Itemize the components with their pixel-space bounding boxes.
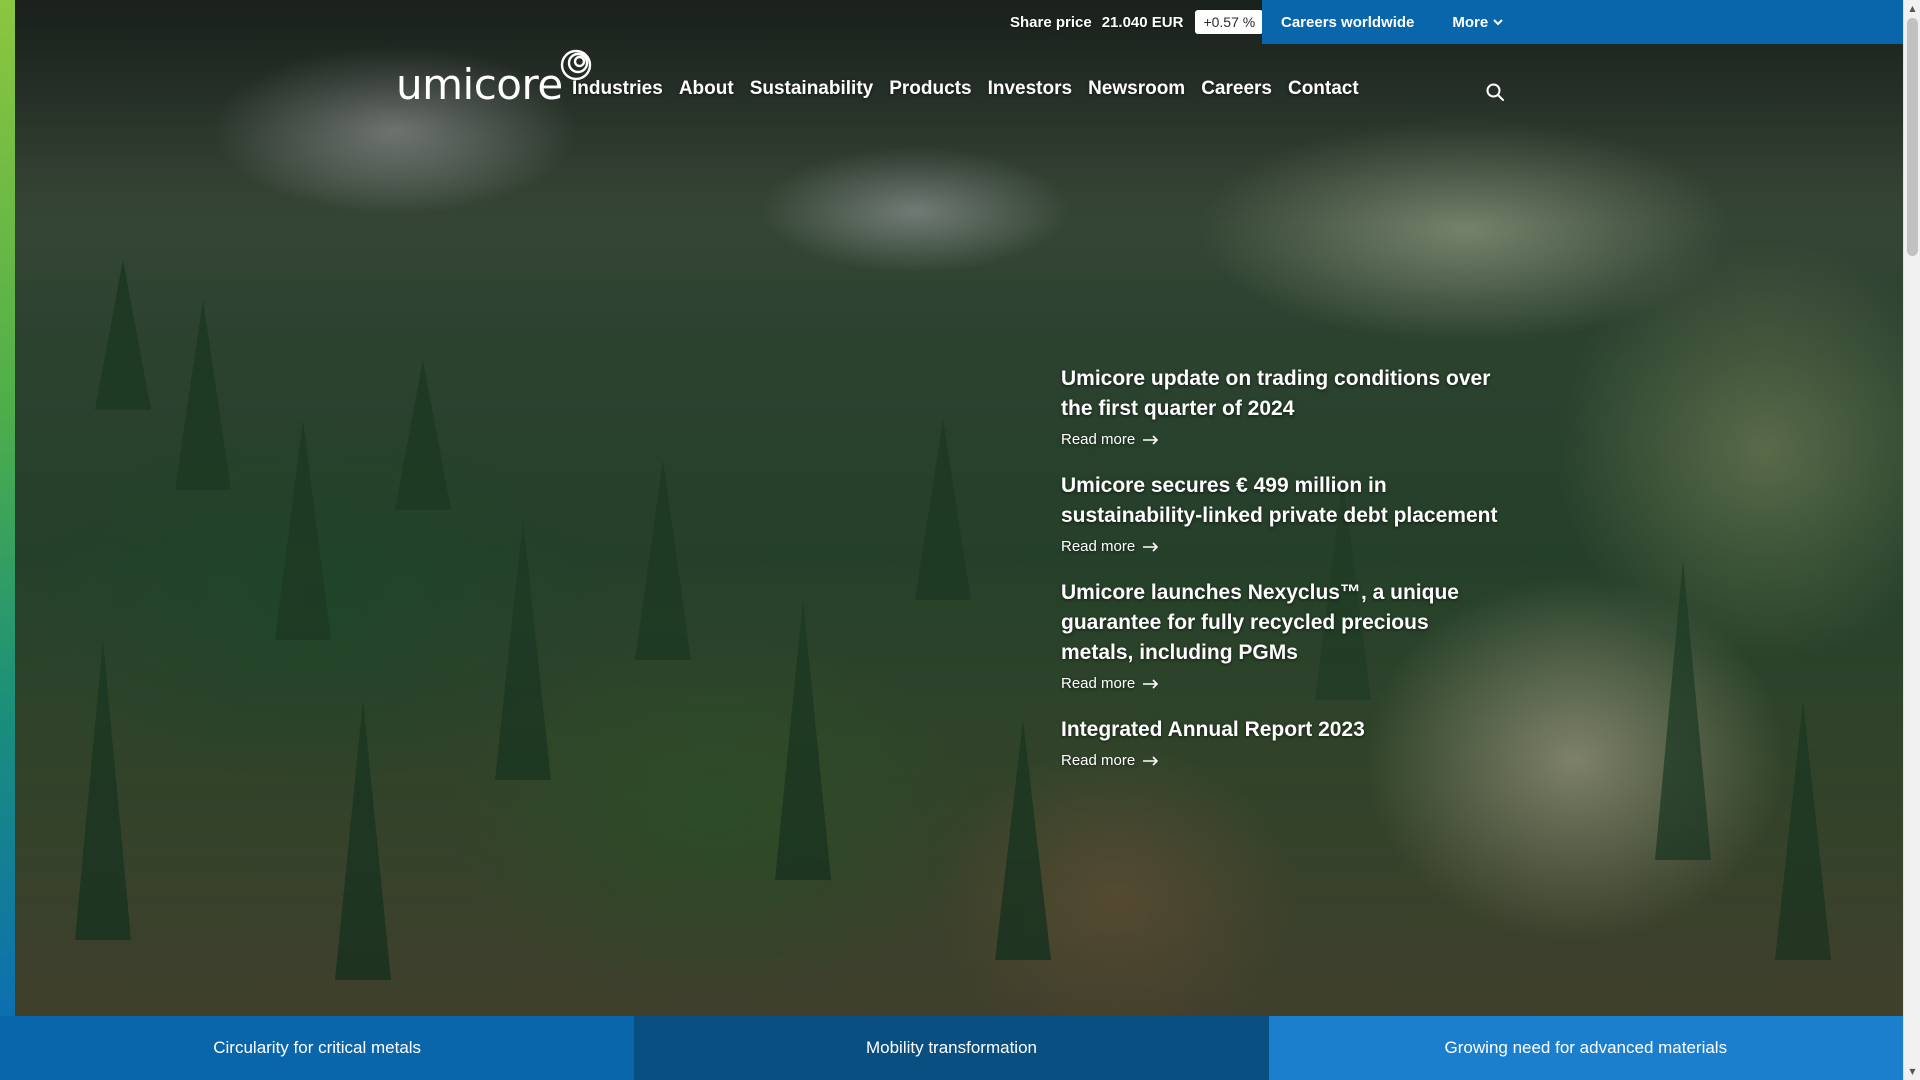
more-label: More [1452, 13, 1489, 31]
more-dropdown[interactable]: More [1452, 14, 1503, 31]
nav-item-about[interactable]: About [679, 78, 734, 100]
news-list: Umicore update on trading conditions ove… [1061, 364, 1501, 792]
news-item: Integrated Annual Report 2023 Read more [1061, 715, 1501, 770]
nav-item-contact[interactable]: Contact [1288, 78, 1359, 100]
scroll-up-icon[interactable]: ▲ [1904, 0, 1920, 17]
share-price: Share price 21.040 EUR +0.57 % [1010, 0, 1264, 44]
news-item: Umicore update on trading conditions ove… [1061, 364, 1501, 449]
tab-circularity[interactable]: Circularity for critical metals [0, 1016, 635, 1080]
umicore-logo[interactable]: umicore [396, 44, 593, 106]
arrow-right-icon [1143, 674, 1159, 693]
share-price-value: 21.040 EUR [1101, 13, 1184, 31]
arrow-right-icon [1143, 751, 1159, 770]
logo-wordmark: umicore [396, 60, 563, 109]
arrow-right-icon [1143, 430, 1159, 449]
nav-item-products[interactable]: Products [889, 78, 971, 100]
nav-item-industries[interactable]: Industries [572, 78, 663, 100]
share-price-label: Share price [1010, 13, 1092, 31]
read-more-link[interactable]: Read more [1061, 674, 1501, 693]
read-more-label: Read more [1061, 675, 1136, 692]
share-price-change-badge: +0.57 % [1195, 10, 1264, 34]
search-icon[interactable] [1485, 82, 1505, 102]
nav-item-sustainability[interactable]: Sustainability [750, 78, 874, 100]
news-title[interactable]: Umicore update on trading conditions ove… [1061, 364, 1501, 424]
spiral-logo-icon [559, 48, 593, 82]
careers-worldwide-link[interactable]: Careers worldwide [1281, 14, 1414, 31]
scroll-down-icon[interactable]: ▼ [1904, 1063, 1920, 1080]
news-item: Umicore secures € 499 million in sustain… [1061, 471, 1501, 556]
hero-forest-background [15, 0, 1903, 1016]
nav-item-careers[interactable]: Careers [1201, 78, 1272, 100]
gradient-accent-strip [0, 0, 15, 1016]
tab-mobility[interactable]: Mobility transformation [634, 1016, 1269, 1080]
arrow-right-icon [1143, 537, 1159, 556]
read-more-link[interactable]: Read more [1061, 751, 1501, 770]
utility-blue-bar: Careers worldwide More [1262, 0, 1903, 44]
read-more-label: Read more [1061, 538, 1136, 555]
news-title[interactable]: Umicore secures € 499 million in sustain… [1061, 471, 1501, 531]
theme-tabs: Circularity for critical metals Mobility… [0, 1016, 1903, 1080]
tab-advanced-materials[interactable]: Growing need for advanced materials [1268, 1016, 1903, 1080]
chevron-down-icon [1493, 16, 1503, 29]
news-title[interactable]: Integrated Annual Report 2023 [1061, 715, 1501, 745]
nav-item-newsroom[interactable]: Newsroom [1088, 78, 1185, 100]
read-more-label: Read more [1061, 431, 1136, 448]
utility-bar: Share price 21.040 EUR +0.57 % Careers w… [0, 0, 1903, 44]
news-item: Umicore launches Nexyclus™, a unique gua… [1061, 578, 1501, 693]
read-more-link[interactable]: Read more [1061, 537, 1501, 556]
main-navigation: Industries About Sustainability Products… [572, 78, 1359, 100]
nav-item-investors[interactable]: Investors [988, 78, 1072, 100]
scrollbar-thumb[interactable] [1907, 18, 1918, 256]
read-more-link[interactable]: Read more [1061, 430, 1501, 449]
read-more-label: Read more [1061, 752, 1136, 769]
news-title[interactable]: Umicore launches Nexyclus™, a unique gua… [1061, 578, 1501, 668]
page-scrollbar[interactable]: ▲ ▼ [1903, 0, 1920, 1080]
